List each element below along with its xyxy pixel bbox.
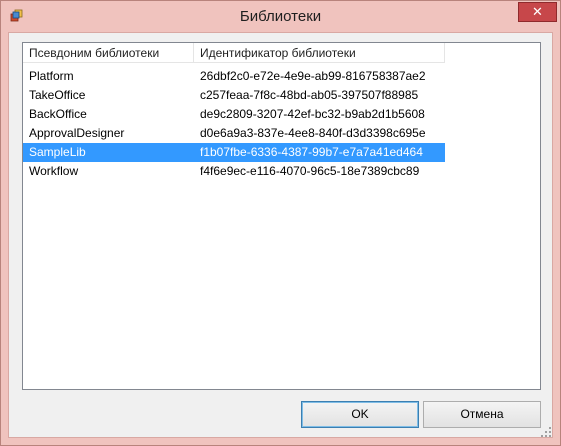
title-bar[interactable]: Библиотеки ✕ (1, 1, 560, 32)
library-id: c257feaa-7f8c-48bd-ab05-397507f88985 (200, 88, 419, 102)
column-header-id[interactable]: Идентификатор библиотеки (194, 43, 445, 63)
library-id: de9c2809-3207-42ef-bc32-b9ab2d1b5608 (200, 107, 425, 121)
list-item[interactable]: Workflow f4f6e9ec-e116-4070-96c5-18e7389c… (23, 162, 445, 181)
library-alias: ApprovalDesigner (29, 126, 125, 140)
library-id: f1b07fbe-6336-4387-99b7-e7a7a41ed464 (200, 145, 423, 159)
library-id: 26dbf2c0-e72e-4e9e-ab99-816758387ae2 (200, 69, 426, 83)
libraries-dialog: Библиотеки ✕ Псевдоним библиотеки Иденти… (0, 0, 561, 446)
library-alias: SampleLib (29, 145, 86, 159)
column-header-alias[interactable]: Псевдоним библиотеки (23, 43, 194, 63)
cancel-button[interactable]: Отмена (423, 401, 541, 428)
list-header: Псевдоним библиотеки Идентификатор библи… (23, 43, 540, 64)
list-item[interactable]: TakeOffice c257feaa-7f8c-48bd-ab05-397507… (23, 86, 445, 105)
list-item[interactable]: BackOffice de9c2809-3207-42ef-bc32-b9ab2d… (23, 105, 445, 124)
library-id: f4f6e9ec-e116-4070-96c5-18e7389cbc89 (200, 164, 420, 178)
libraries-list[interactable]: Псевдоним библиотеки Идентификатор библи… (22, 42, 541, 390)
list-item[interactable]: ApprovalDesigner d0e6a9a3-837e-4ee8-840f-… (23, 124, 445, 143)
close-button[interactable]: ✕ (518, 2, 557, 22)
library-alias: TakeOffice (29, 88, 86, 102)
close-icon: ✕ (532, 4, 543, 19)
resize-grip-icon[interactable] (541, 427, 551, 437)
ok-button[interactable]: OK (301, 401, 419, 428)
list-item[interactable]: SampleLib f1b07fbe-6336-4387-99b7-e7a7a41… (23, 143, 445, 162)
window-title: Библиотеки (239, 8, 322, 25)
dialog-client-area: Псевдоним библиотеки Идентификатор библи… (8, 32, 553, 438)
library-alias: Workflow (29, 164, 79, 178)
library-alias: BackOffice (29, 107, 87, 121)
library-alias: Platform (29, 69, 74, 83)
list-item[interactable]: Platform 26dbf2c0-e72e-4e9e-ab99-81675838… (23, 67, 445, 86)
library-id: d0e6a9a3-837e-4ee8-840f-d3d3398c695e (200, 126, 426, 140)
